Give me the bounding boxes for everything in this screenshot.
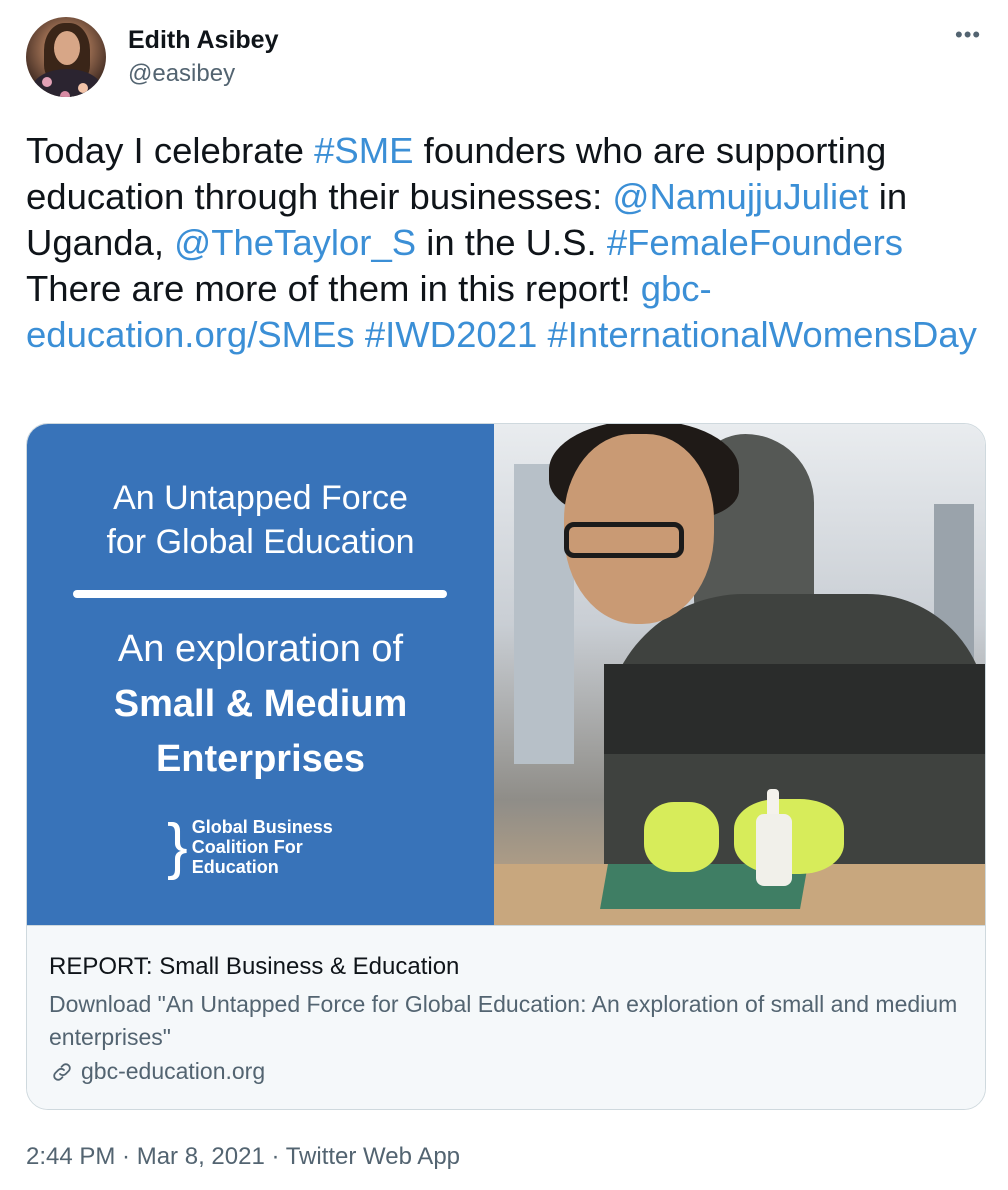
cover-subheading: An exploration of Small & Medium Enterpr…: [27, 622, 494, 787]
hashtag-link[interactable]: #IWD2021: [365, 314, 537, 355]
tweet-meta: 2:44 PM · Mar 8, 2021 · Twitter Web App: [26, 1143, 460, 1171]
card-description: Download "An Untapped Force for Global E…: [49, 991, 958, 1050]
more-options-icon[interactable]: •••: [955, 22, 981, 48]
link-card[interactable]: An Untapped Force for Global Education A…: [26, 423, 986, 1110]
tweet-time[interactable]: 2:44 PM: [26, 1143, 115, 1170]
separator: ·: [115, 1143, 137, 1170]
org-line2: Coalition For: [191, 837, 303, 857]
card-photo: [494, 424, 985, 925]
card-image: An Untapped Force for Global Education A…: [27, 424, 985, 925]
cover-sub-line2: Small & Medium: [113, 683, 408, 725]
cover-sub-line1: An exploration of: [117, 628, 404, 670]
brace-logo-icon: }: [167, 812, 188, 881]
link-icon: [53, 1062, 71, 1081]
tweet-text-segment: Today I celebrate: [26, 130, 315, 171]
org-line3: Education: [191, 857, 279, 877]
tweet-text: Today I celebrate #SME founders who are …: [26, 128, 986, 358]
author-name[interactable]: Edith Asibey: [128, 26, 279, 55]
tweet-text-segment: in the U.S.: [416, 222, 607, 263]
mention-link[interactable]: @NamujjuJuliet: [612, 176, 868, 217]
hashtag-link[interactable]: #FemaleFounders: [607, 222, 903, 263]
card-cover-panel: An Untapped Force for Global Education A…: [27, 424, 494, 925]
cover-sub-line3: Enterprises: [155, 738, 366, 780]
cover-heading-line2: for Global Education: [106, 523, 415, 561]
hashtag-link[interactable]: #InternationalWomensDay: [547, 314, 976, 355]
cover-heading: An Untapped Force for Global Education: [27, 476, 494, 564]
card-domain-text: gbc-education.org: [81, 1058, 266, 1084]
org-logo: } Global Business Coalition For Educatio…: [167, 816, 333, 878]
mention-link[interactable]: @TheTaylor_S: [174, 222, 416, 263]
tweet-source-app[interactable]: Twitter Web App: [286, 1143, 460, 1170]
cover-heading-line1: An Untapped Force: [113, 479, 408, 517]
tweet-date[interactable]: Mar 8, 2021: [137, 1143, 265, 1170]
author-handle[interactable]: @easibey: [128, 60, 235, 88]
author-avatar[interactable]: [26, 17, 106, 97]
tweet-text-segment: [537, 314, 547, 355]
cover-divider: [73, 590, 447, 598]
org-line1: Global Business: [191, 817, 333, 837]
card-meta: REPORT: Small Business & Education Downl…: [27, 925, 985, 1109]
tweet-text-segment: There are more of them in this report!: [26, 268, 641, 309]
hashtag-link[interactable]: #SME: [314, 130, 413, 171]
separator: ·: [264, 1143, 286, 1170]
tweet-text-segment: [355, 314, 365, 355]
card-title: REPORT: Small Business & Education: [49, 953, 460, 980]
card-domain: gbc-education.org: [49, 1058, 965, 1085]
